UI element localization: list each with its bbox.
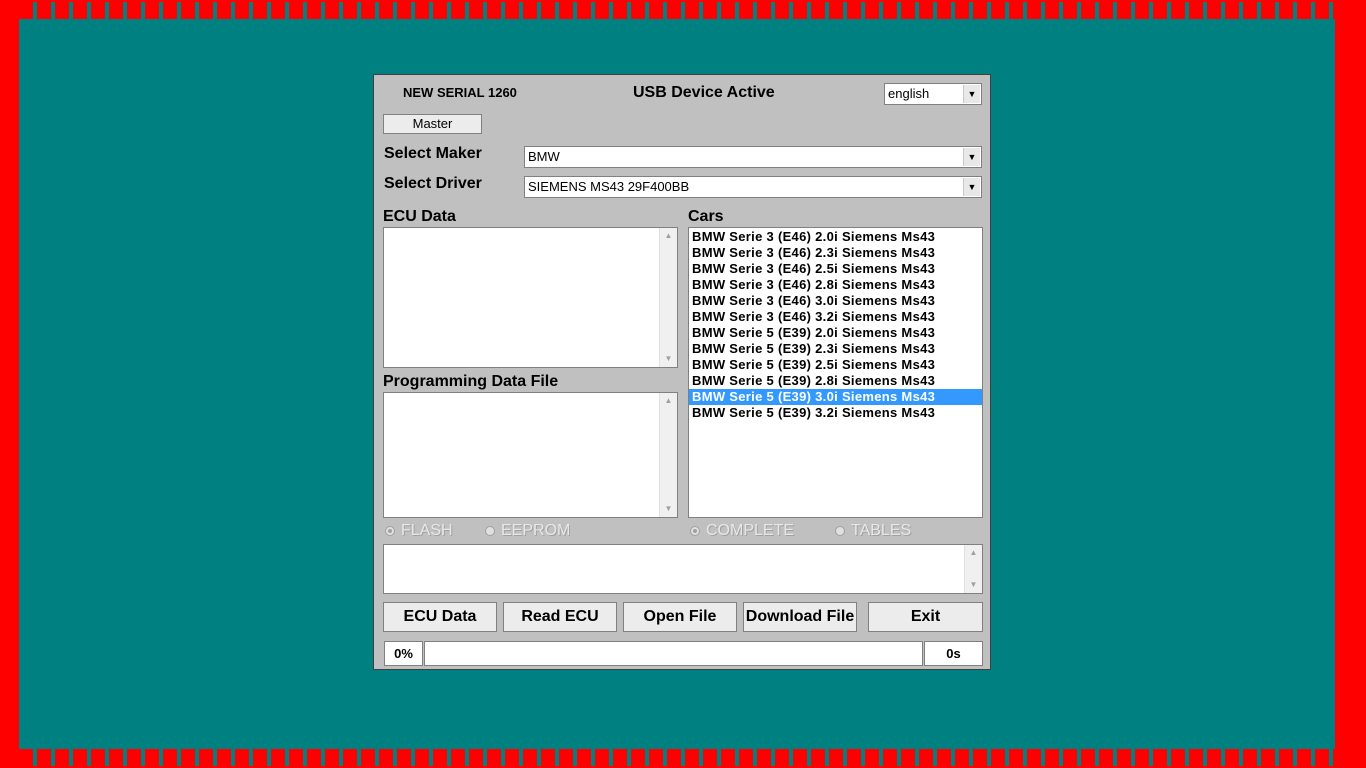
car-list-item[interactable]: BMW Serie 3 (E46) 2.8i Siemens Ms43	[689, 277, 982, 293]
programming-data-panel[interactable]: ▲ ▼	[383, 392, 678, 518]
chevron-down-icon[interactable]: ▼	[963, 178, 980, 196]
ecu-data-label: ECU Data	[383, 208, 456, 225]
select-driver-label: Select Driver	[384, 175, 482, 192]
select-maker-label: Select Maker	[384, 145, 482, 162]
maker-value: BMW	[528, 149, 560, 164]
scroll-down-arrow-icon[interactable]: ▼	[660, 501, 677, 517]
car-list-item[interactable]: BMW Serie 3 (E46) 2.3i Siemens Ms43	[689, 245, 982, 261]
language-select[interactable]: english ▼	[884, 83, 982, 105]
tables-label: TABLES	[851, 522, 912, 539]
read-ecu-button[interactable]: Read ECU	[503, 602, 617, 632]
complete-label: COMPLETE	[706, 522, 795, 539]
car-list-item[interactable]: BMW Serie 3 (E46) 3.0i Siemens Ms43	[689, 293, 982, 309]
frame-right	[1335, 0, 1366, 768]
car-list-item[interactable]: BMW Serie 5 (E39) 2.5i Siemens Ms43	[689, 357, 982, 373]
radio-indicator	[385, 526, 395, 536]
flash-radio[interactable]: FLASH	[385, 522, 453, 540]
eeprom-radio[interactable]: EEPROM	[485, 522, 570, 540]
log-output[interactable]: ▲ ▼	[383, 544, 983, 594]
chevron-down-icon[interactable]: ▼	[963, 148, 980, 166]
ecu-data-button[interactable]: ECU Data	[383, 602, 497, 632]
elapsed-time: 0s	[924, 641, 983, 666]
flash-label: FLASH	[401, 522, 453, 539]
log-scrollbar[interactable]: ▲ ▼	[964, 545, 982, 593]
progress-percent: 0%	[384, 641, 423, 666]
download-file-button[interactable]: Download File	[743, 602, 857, 632]
programming-data-label: Programming Data File	[383, 373, 559, 390]
frame-left	[0, 0, 19, 768]
ecu-data-scrollbar[interactable]: ▲ ▼	[659, 228, 677, 367]
radio-indicator	[835, 526, 845, 536]
scroll-up-arrow-icon[interactable]: ▲	[660, 393, 677, 409]
car-list-item[interactable]: BMW Serie 5 (E39) 2.8i Siemens Ms43	[689, 373, 982, 389]
scroll-up-arrow-icon[interactable]: ▲	[965, 545, 982, 561]
driver-value: SIEMENS MS43 29F400BB	[528, 179, 690, 194]
maker-select[interactable]: BMW ▼	[524, 146, 982, 168]
cars-label: Cars	[688, 208, 724, 225]
car-list-item[interactable]: BMW Serie 5 (E39) 3.2i Siemens Ms43	[689, 405, 982, 421]
serial-label: NEW SERIAL 1260	[403, 85, 517, 100]
open-file-button[interactable]: Open File	[623, 602, 737, 632]
frame-top	[19, 0, 1335, 19]
car-list-item[interactable]: BMW Serie 3 (E46) 3.2i Siemens Ms43	[689, 309, 982, 325]
car-list-item[interactable]: BMW Serie 5 (E39) 2.3i Siemens Ms43	[689, 341, 982, 357]
language-value: english	[888, 86, 930, 101]
car-list-item[interactable]: BMW Serie 3 (E46) 2.0i Siemens Ms43	[689, 229, 982, 245]
complete-radio[interactable]: COMPLETE	[690, 522, 794, 540]
radio-indicator	[690, 526, 700, 536]
car-list-item[interactable]: BMW Serie 5 (E39) 2.0i Siemens Ms43	[689, 325, 982, 341]
radio-indicator	[485, 526, 495, 536]
device-status: USB Device Active	[633, 84, 775, 101]
cars-list[interactable]: BMW Serie 3 (E46) 2.0i Siemens Ms43 BMW S…	[688, 227, 983, 518]
progress-bar	[424, 641, 923, 666]
ecu-programmer-dialog: NEW SERIAL 1260 USB Device Active englis…	[373, 74, 991, 670]
master-button[interactable]: Master	[383, 114, 482, 134]
tables-radio[interactable]: TABLES	[835, 522, 911, 540]
chevron-down-icon[interactable]: ▼	[963, 85, 980, 103]
car-list-item[interactable]: BMW Serie 5 (E39) 3.0i Siemens Ms43	[689, 389, 982, 405]
car-list-item[interactable]: BMW Serie 3 (E46) 2.5i Siemens Ms43	[689, 261, 982, 277]
eeprom-label: EEPROM	[501, 522, 571, 539]
scroll-down-arrow-icon[interactable]: ▼	[660, 351, 677, 367]
scroll-up-arrow-icon[interactable]: ▲	[660, 228, 677, 244]
scroll-down-arrow-icon[interactable]: ▼	[965, 577, 982, 593]
driver-select[interactable]: SIEMENS MS43 29F400BB ▼	[524, 176, 982, 198]
exit-button[interactable]: Exit	[868, 602, 983, 632]
frame-bottom	[19, 749, 1335, 768]
programming-data-scrollbar[interactable]: ▲ ▼	[659, 393, 677, 517]
ecu-data-panel[interactable]: ▲ ▼	[383, 227, 678, 368]
